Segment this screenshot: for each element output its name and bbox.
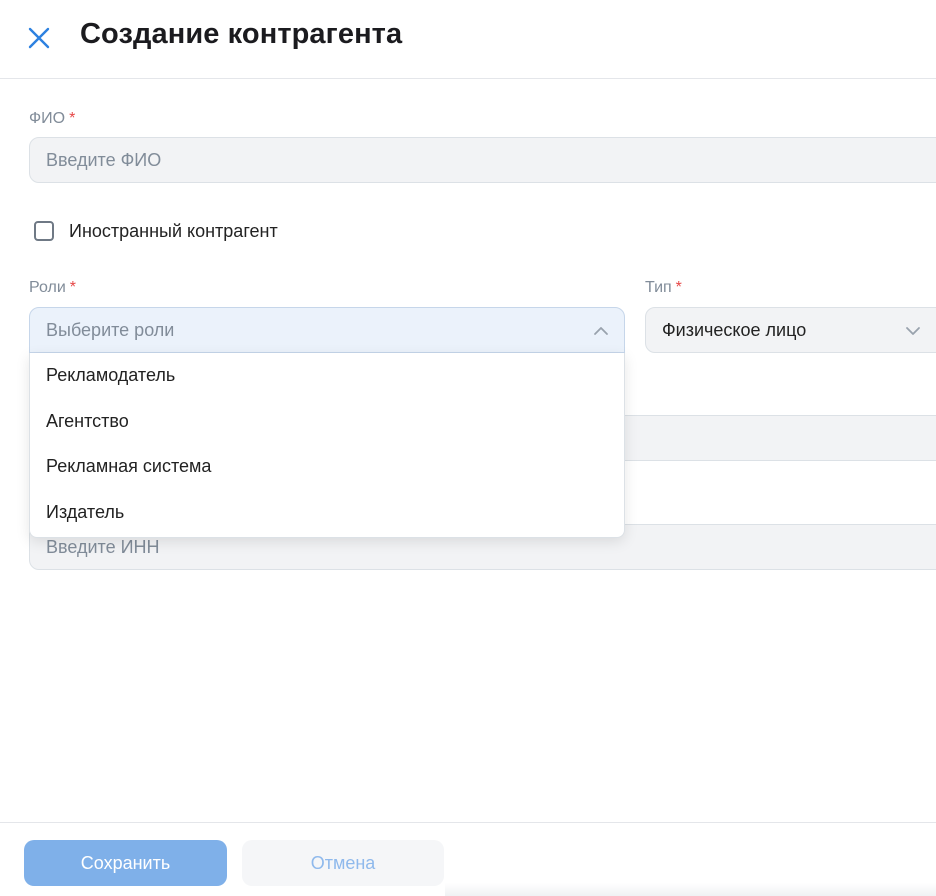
footer-shadow: [445, 883, 936, 896]
close-icon: [28, 27, 50, 49]
close-button[interactable]: [24, 23, 54, 53]
roles-option-advertiser[interactable]: Рекламодатель: [30, 353, 624, 399]
fio-input[interactable]: [29, 137, 936, 183]
save-button[interactable]: Сохранить: [24, 840, 227, 886]
create-counterparty-modal: Создание контрагента ФИО* Иностранный ко…: [0, 0, 936, 896]
type-required-mark: *: [675, 279, 682, 296]
roles-select-placeholder: Выберите роли: [46, 319, 175, 340]
roles-option-agency[interactable]: Агентство: [30, 399, 624, 445]
modal-header: Создание контрагента: [0, 0, 936, 79]
type-label: Тип *: [645, 279, 682, 297]
fio-label: ФИО *: [29, 110, 75, 128]
cancel-button[interactable]: Отмена: [242, 840, 444, 886]
type-select[interactable]: Физическое лицо: [645, 307, 936, 353]
foreign-counterparty-label: Иностранный контрагент: [69, 220, 278, 241]
chevron-down-icon: [906, 327, 920, 335]
roles-label: Роли *: [29, 279, 76, 297]
roles-option-ad-system[interactable]: Рекламная система: [30, 444, 624, 490]
roles-option-publisher[interactable]: Издатель: [30, 490, 624, 536]
roles-label-text: Роли: [29, 279, 66, 296]
roles-dropdown: Рекламодатель Агентство Рекламная систем…: [29, 353, 625, 538]
type-label-text: Тип: [645, 279, 672, 296]
fio-label-text: ФИО: [29, 110, 66, 127]
foreign-counterparty-checkbox[interactable]: [34, 221, 54, 241]
page-title: Создание контрагента: [80, 18, 403, 50]
modal-footer: Сохранить Отмена: [0, 822, 936, 896]
roles-required-mark: *: [69, 279, 77, 296]
fio-required-mark: *: [69, 110, 76, 127]
chevron-up-icon: [594, 327, 608, 335]
roles-select[interactable]: Выберите роли: [29, 307, 625, 353]
type-select-value: Физическое лицо: [662, 319, 807, 340]
foreign-counterparty-checkbox-row[interactable]: Иностранный контрагент: [34, 218, 278, 244]
